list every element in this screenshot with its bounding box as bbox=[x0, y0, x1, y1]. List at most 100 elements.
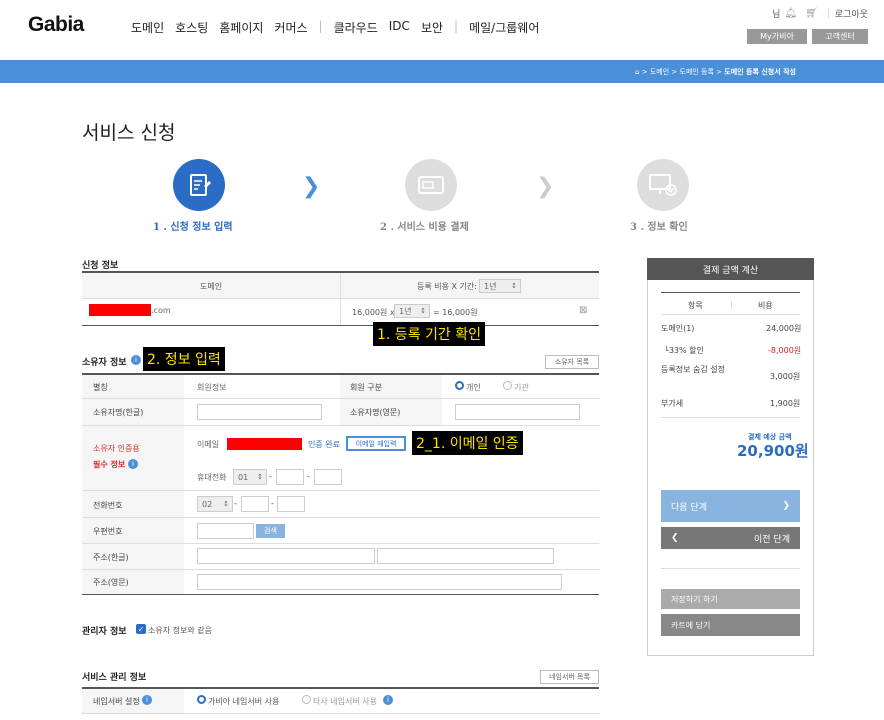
mobile-dash: - bbox=[307, 472, 310, 481]
nav-security[interactable]: 보안 bbox=[421, 19, 443, 36]
address-en-label: 주소(영문) bbox=[93, 578, 129, 587]
crumb-domain-register[interactable]: 도메인 등록 bbox=[680, 68, 714, 76]
verify-required-label: 소유자 인증용 bbox=[93, 444, 140, 453]
chevron-left-icon: ❮ bbox=[671, 533, 679, 543]
price-text: 16,000원 x bbox=[352, 308, 395, 317]
nameserver-list-button[interactable]: 네임서버 목록 bbox=[540, 670, 599, 684]
mobile-last-input[interactable] bbox=[314, 469, 342, 485]
radio-gabia-ns[interactable] bbox=[197, 695, 206, 704]
table-bottom-border bbox=[82, 325, 599, 326]
next-step-button[interactable]: 다음 단계 ❯ bbox=[661, 490, 800, 522]
col-divider: | bbox=[730, 300, 733, 309]
divider bbox=[82, 517, 599, 518]
radio-gabia-ns-label[interactable]: 가비아 네임서버 사용 bbox=[208, 696, 279, 707]
phone-label: 전화번호 bbox=[93, 501, 123, 510]
radio-org-label[interactable]: 기관 bbox=[514, 382, 529, 393]
nav-cloud[interactable]: 클라우드 bbox=[334, 19, 378, 36]
zipcode-label: 우편번호 bbox=[93, 527, 123, 536]
col-domain: 도메인 bbox=[200, 282, 223, 291]
mobile-prefix-select[interactable]: 01 ↕ bbox=[233, 469, 267, 485]
prev-step-button[interactable]: ❮ 이전 단계 bbox=[661, 527, 800, 549]
member-type-label: 회원 구분 bbox=[350, 383, 382, 392]
info-icon[interactable]: i bbox=[142, 695, 152, 705]
nav-hosting[interactable]: 호스팅 bbox=[175, 19, 208, 36]
cart-icon[interactable]: 🛒︎ bbox=[805, 8, 818, 19]
zipcode-input[interactable] bbox=[197, 523, 254, 539]
nav-idc[interactable]: IDC bbox=[389, 19, 410, 36]
phone-dash: - bbox=[271, 499, 274, 508]
owner-name-en-label: 소유자명(영문) bbox=[350, 408, 401, 417]
bell-icon[interactable]: 🔔︎ bbox=[784, 8, 797, 19]
expected-value: 20,900원 bbox=[737, 442, 809, 460]
alias-label: 별칭 bbox=[93, 383, 108, 392]
mobile-label: 휴대전화 bbox=[197, 473, 227, 482]
calc-row-item: 등록정보 숨김 설정 bbox=[661, 365, 725, 374]
phone-prefix-select[interactable]: 02 ↕ bbox=[197, 496, 233, 512]
owner-list-button[interactable]: 소유자 목록 bbox=[545, 355, 599, 369]
home-icon[interactable]: ⌂ bbox=[635, 68, 639, 76]
owner-name-kr-input[interactable] bbox=[197, 404, 322, 420]
info-icon[interactable]: i bbox=[383, 695, 393, 705]
calc-row-item: 부가세 bbox=[661, 399, 684, 408]
owner-name-kr-label: 소유자명(한글) bbox=[93, 408, 144, 417]
gabia-logo[interactable]: Gabia bbox=[28, 13, 84, 37]
annotation-info-input: 2. 정보 입력 bbox=[143, 347, 225, 371]
calc-row-cost: 1,900원 bbox=[770, 399, 801, 408]
mobile-mid-input[interactable] bbox=[276, 469, 304, 485]
nav-homepage[interactable]: 홈페이지 bbox=[219, 19, 263, 36]
radio-org[interactable] bbox=[503, 381, 512, 390]
remove-icon[interactable]: ⊠ bbox=[579, 305, 587, 316]
address-kr-input[interactable] bbox=[197, 548, 375, 564]
customer-center-button[interactable]: 고객센터 bbox=[812, 29, 868, 44]
logout-link[interactable]: 로그아웃 bbox=[835, 7, 868, 20]
nav-mail[interactable]: 메일/그룹웨어 bbox=[469, 19, 539, 36]
step-2-label: 2 . 서비스 비용 결제 bbox=[380, 222, 469, 233]
radio-personal[interactable] bbox=[455, 381, 464, 390]
crumb-current: 도메인 등록 신청서 작성 bbox=[724, 68, 796, 76]
phone-dash: - bbox=[234, 499, 237, 508]
nav-commerce[interactable]: 커머스 bbox=[274, 19, 307, 36]
phone-last-input[interactable] bbox=[277, 496, 305, 512]
col-period: 등록 비용 X 기간: bbox=[417, 282, 477, 291]
same-as-owner-checkbox[interactable]: ✓ bbox=[136, 624, 146, 634]
total-text: = 16,000원 bbox=[433, 308, 478, 317]
nameserver-label: 네임서버 설정 bbox=[93, 697, 140, 706]
address-kr-label: 주소(한글) bbox=[93, 553, 129, 562]
crumb-domain[interactable]: 도메인 bbox=[650, 68, 669, 76]
redacted-email bbox=[227, 438, 302, 450]
divider bbox=[82, 425, 599, 426]
add-to-cart-button[interactable]: 카트에 담기 bbox=[661, 614, 800, 636]
info-icon[interactable]: i bbox=[131, 355, 141, 365]
divider bbox=[82, 490, 599, 491]
step-3-label: 3 . 정보 확인 bbox=[630, 222, 688, 233]
nav-domain[interactable]: 도메인 bbox=[131, 19, 164, 36]
step-1-label: 1 . 신청 정보 입력 bbox=[153, 222, 233, 233]
alias-value: 회원정보 bbox=[197, 383, 227, 392]
email-reenter-button[interactable]: 이메일 재입력 bbox=[346, 436, 406, 451]
nav-divider: | bbox=[318, 19, 323, 33]
info-icon[interactable]: i bbox=[128, 459, 138, 469]
radio-personal-label[interactable]: 개인 bbox=[466, 382, 481, 393]
address-kr-detail-input[interactable] bbox=[377, 548, 554, 564]
divider bbox=[82, 713, 599, 714]
service-info-title: 서비스 관리 정보 bbox=[82, 673, 147, 683]
save-button[interactable]: 저장하기 하기 bbox=[661, 589, 800, 609]
step-2-card-icon bbox=[405, 159, 457, 211]
period-select[interactable]: 1년 ↕ bbox=[394, 304, 430, 318]
zipcode-search-button[interactable]: 검색 bbox=[256, 524, 285, 538]
address-en-input[interactable] bbox=[197, 574, 562, 590]
divider bbox=[82, 569, 599, 570]
mobile-dash: - bbox=[269, 472, 272, 481]
breadcrumb: ⌂ > 도메인 > 도메인 등록 > 도메인 등록 신청서 작성 bbox=[635, 68, 796, 76]
page-title: 서비스 신청 bbox=[82, 122, 176, 144]
phone-mid-input[interactable] bbox=[241, 496, 269, 512]
my-gabia-button[interactable]: My가비아 bbox=[747, 29, 807, 44]
annotation-email-verify: 2_1. 이메일 인증 bbox=[412, 431, 523, 455]
radio-other-ns-label[interactable]: 타사 네임서버 사용 bbox=[313, 696, 377, 707]
period-select-header[interactable]: 1년 ↕ bbox=[479, 279, 521, 293]
same-as-owner-label[interactable]: 소유자 정보와 같음 bbox=[148, 625, 212, 636]
radio-other-ns[interactable] bbox=[302, 695, 311, 704]
calc-row-item: └33% 할인 bbox=[664, 346, 704, 355]
owner-name-en-input[interactable] bbox=[455, 404, 580, 420]
step-3-monitor-check-icon bbox=[637, 159, 689, 211]
